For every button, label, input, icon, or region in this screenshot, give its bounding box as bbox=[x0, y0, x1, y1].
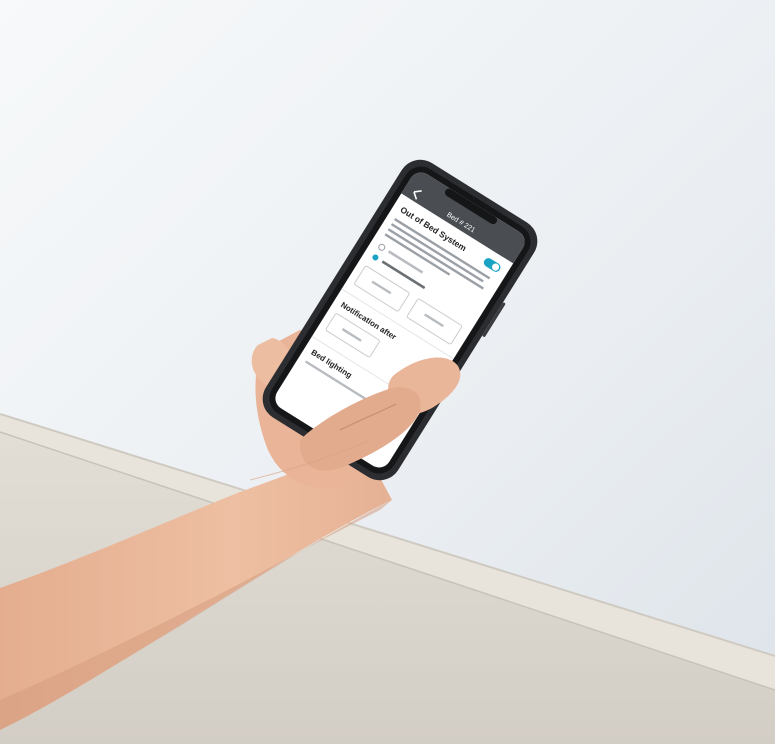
photo-scene: Bed # 221 Out of Bed System Notification… bbox=[0, 0, 775, 744]
